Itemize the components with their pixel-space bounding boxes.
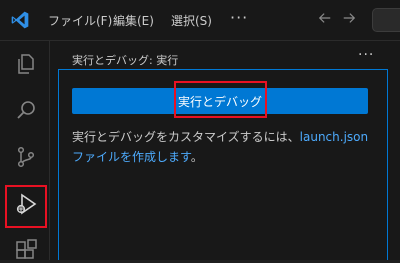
extensions-icon[interactable] (14, 239, 38, 263)
menu-edit[interactable]: 編集(E) (113, 12, 154, 29)
menu-more-icon[interactable]: ··· (230, 8, 248, 27)
explorer-icon[interactable] (14, 52, 38, 76)
source-control-icon[interactable] (14, 145, 38, 169)
panel-title: 実行とデバッグ: 実行 (72, 54, 179, 67)
panel-description: 実行とデバッグをカスタマイズするには、launch.json ファイルを作成しま… (72, 127, 382, 167)
arrow-left-icon[interactable] (318, 11, 332, 25)
menu-file[interactable]: ファイル(F) (48, 12, 112, 29)
run-debug-panel: 実行とデバッグ: 実行 ··· 実行とデバッグ 実行とデバッグをカスタマイズする… (50, 41, 400, 260)
vscode-logo-icon (11, 11, 29, 29)
menu-selection[interactable]: 選択(S) (171, 12, 212, 29)
title-bar: ファイル(F) 編集(E) 選択(S) ··· (0, 0, 400, 41)
command-center-search[interactable] (372, 8, 400, 32)
arrow-right-icon[interactable] (342, 11, 356, 25)
description-suffix: 。 (190, 150, 203, 164)
search-icon[interactable] (14, 98, 38, 122)
description-text: 実行とデバッグをカスタマイズするには、 (72, 130, 300, 144)
panel-more-icon[interactable]: ··· (358, 47, 374, 63)
highlight-box-run-button (174, 81, 267, 118)
highlight-box-debug (5, 185, 47, 228)
